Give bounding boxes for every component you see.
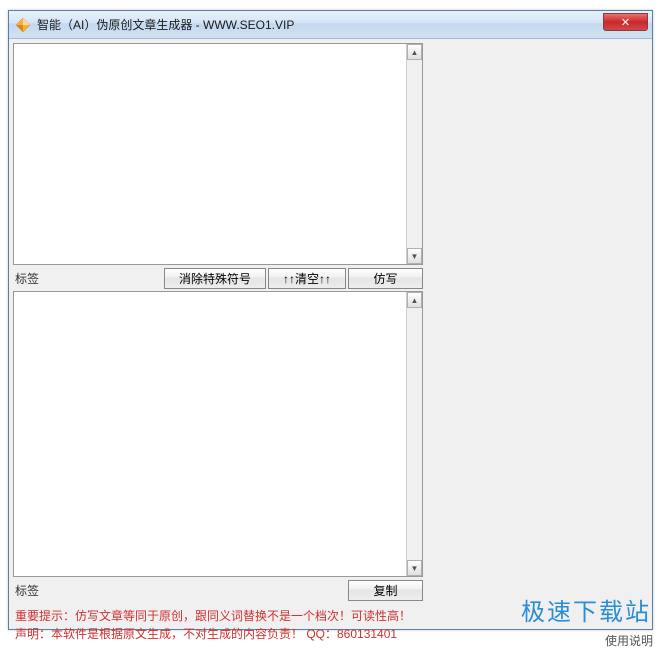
usage-link[interactable]: 使用说明: [605, 632, 653, 649]
scroll-down-icon[interactable]: ▼: [407, 560, 422, 576]
notice-line-2: 声明：本软件是根据原文生成，不对生成的内容负责！ QQ：860131401: [15, 625, 421, 643]
scrollbar[interactable]: ▲ ▼: [406, 44, 422, 264]
input-textarea[interactable]: [14, 44, 406, 264]
notice-line-1: 重要提示：仿写文章等同于原创，跟同义词替换不是一个档次！可读性高！: [15, 607, 421, 625]
client-area: ▲ ▼ 标签 消除特殊符号 ↑↑清空↑↑ 仿写 ▲ ▼: [9, 39, 652, 629]
left-panel: ▲ ▼ 标签 消除特殊符号 ↑↑清空↑↑ 仿写 ▲ ▼: [13, 43, 423, 645]
output-textarea-wrap: ▲ ▼: [13, 291, 423, 577]
scrollbar[interactable]: ▲ ▼: [406, 292, 422, 576]
titlebar[interactable]: 智能（AI）伪原创文章生成器 - WWW.SEO1.VIP ✕: [9, 11, 652, 39]
close-button[interactable]: ✕: [603, 13, 648, 31]
input-textarea-wrap: ▲ ▼: [13, 43, 423, 265]
rewrite-button[interactable]: 仿写: [348, 268, 423, 289]
bottom-label: 标签: [13, 582, 63, 599]
app-window: 智能（AI）伪原创文章生成器 - WWW.SEO1.VIP ✕ ▲ ▼ 标签 消…: [8, 10, 653, 630]
copy-button[interactable]: 复制: [348, 580, 423, 601]
bottom-button-row: 标签 复制: [13, 579, 423, 601]
scroll-up-icon[interactable]: ▲: [407, 292, 422, 308]
watermark-text: 极速下载站: [521, 592, 651, 627]
scroll-up-icon[interactable]: ▲: [407, 44, 422, 60]
window-title: 智能（AI）伪原创文章生成器 - WWW.SEO1.VIP: [37, 16, 294, 33]
scroll-down-icon[interactable]: ▼: [407, 248, 422, 264]
output-textarea[interactable]: [14, 292, 406, 576]
top-button-row: 标签 消除特殊符号 ↑↑清空↑↑ 仿写: [13, 267, 423, 289]
clear-button[interactable]: ↑↑清空↑↑: [268, 268, 346, 289]
remove-special-button[interactable]: 消除特殊符号: [164, 268, 266, 289]
app-icon: [15, 17, 31, 33]
close-icon: ✕: [621, 16, 630, 29]
notice-block: 重要提示：仿写文章等同于原创，跟同义词替换不是一个档次！可读性高！ 声明：本软件…: [13, 605, 423, 645]
top-label: 标签: [13, 270, 63, 287]
